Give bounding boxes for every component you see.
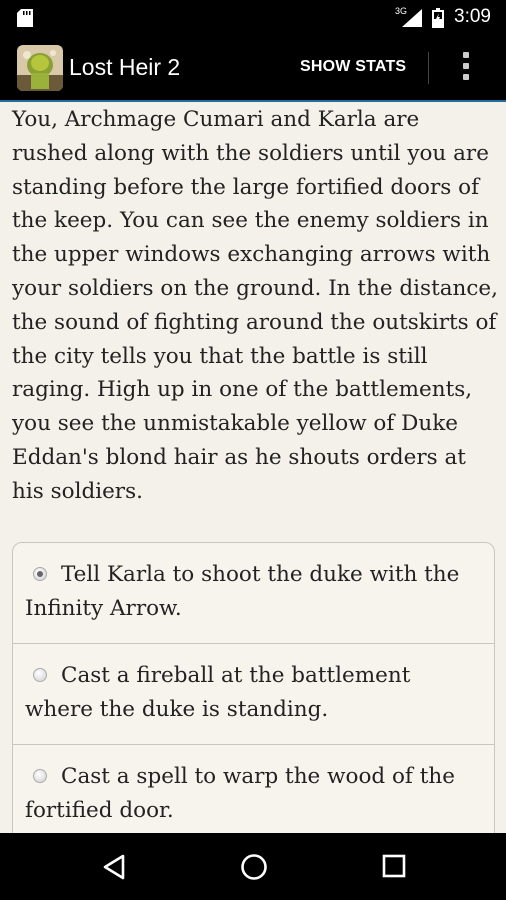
story-text: You, Archmage Cumari and Karla are rushe… [12, 107, 498, 504]
back-icon[interactable] [101, 853, 127, 881]
sd-card-icon [17, 9, 33, 27]
app-icon[interactable] [17, 45, 63, 91]
app-title: Lost Heir 2 [69, 54, 181, 80]
navigation-bar [0, 833, 506, 900]
clock: 3:09 [454, 6, 491, 27]
status-bar: 3G 3:09 [0, 0, 506, 36]
choice-label: Cast a spell to warp the wood of the for… [25, 764, 455, 823]
choice-label: Tell Karla to shoot the duke with the In… [25, 562, 460, 621]
choice-item[interactable]: Cast a spell to warp the wood of the for… [13, 745, 494, 841]
show-stats-button[interactable]: SHOW STATS [300, 58, 406, 76]
app-bar: Lost Heir 2 SHOW STATS [0, 36, 506, 102]
choice-item[interactable]: Tell Karla to shoot the duke with the In… [13, 543, 494, 644]
home-icon[interactable] [240, 853, 268, 881]
recent-apps-icon[interactable] [382, 854, 406, 878]
radio-button-selected[interactable] [33, 567, 47, 581]
radio-button[interactable] [33, 769, 47, 783]
signal-icon [402, 9, 422, 27]
choice-item[interactable]: Cast a fireball at the battlement where … [13, 644, 494, 745]
choice-list: Tell Karla to shoot the duke with the In… [12, 542, 495, 842]
radio-button[interactable] [33, 668, 47, 682]
battery-icon [432, 8, 444, 28]
overflow-menu-icon[interactable] [462, 52, 470, 84]
choice-label: Cast a fireball at the battlement where … [25, 663, 411, 722]
action-divider [428, 52, 429, 84]
